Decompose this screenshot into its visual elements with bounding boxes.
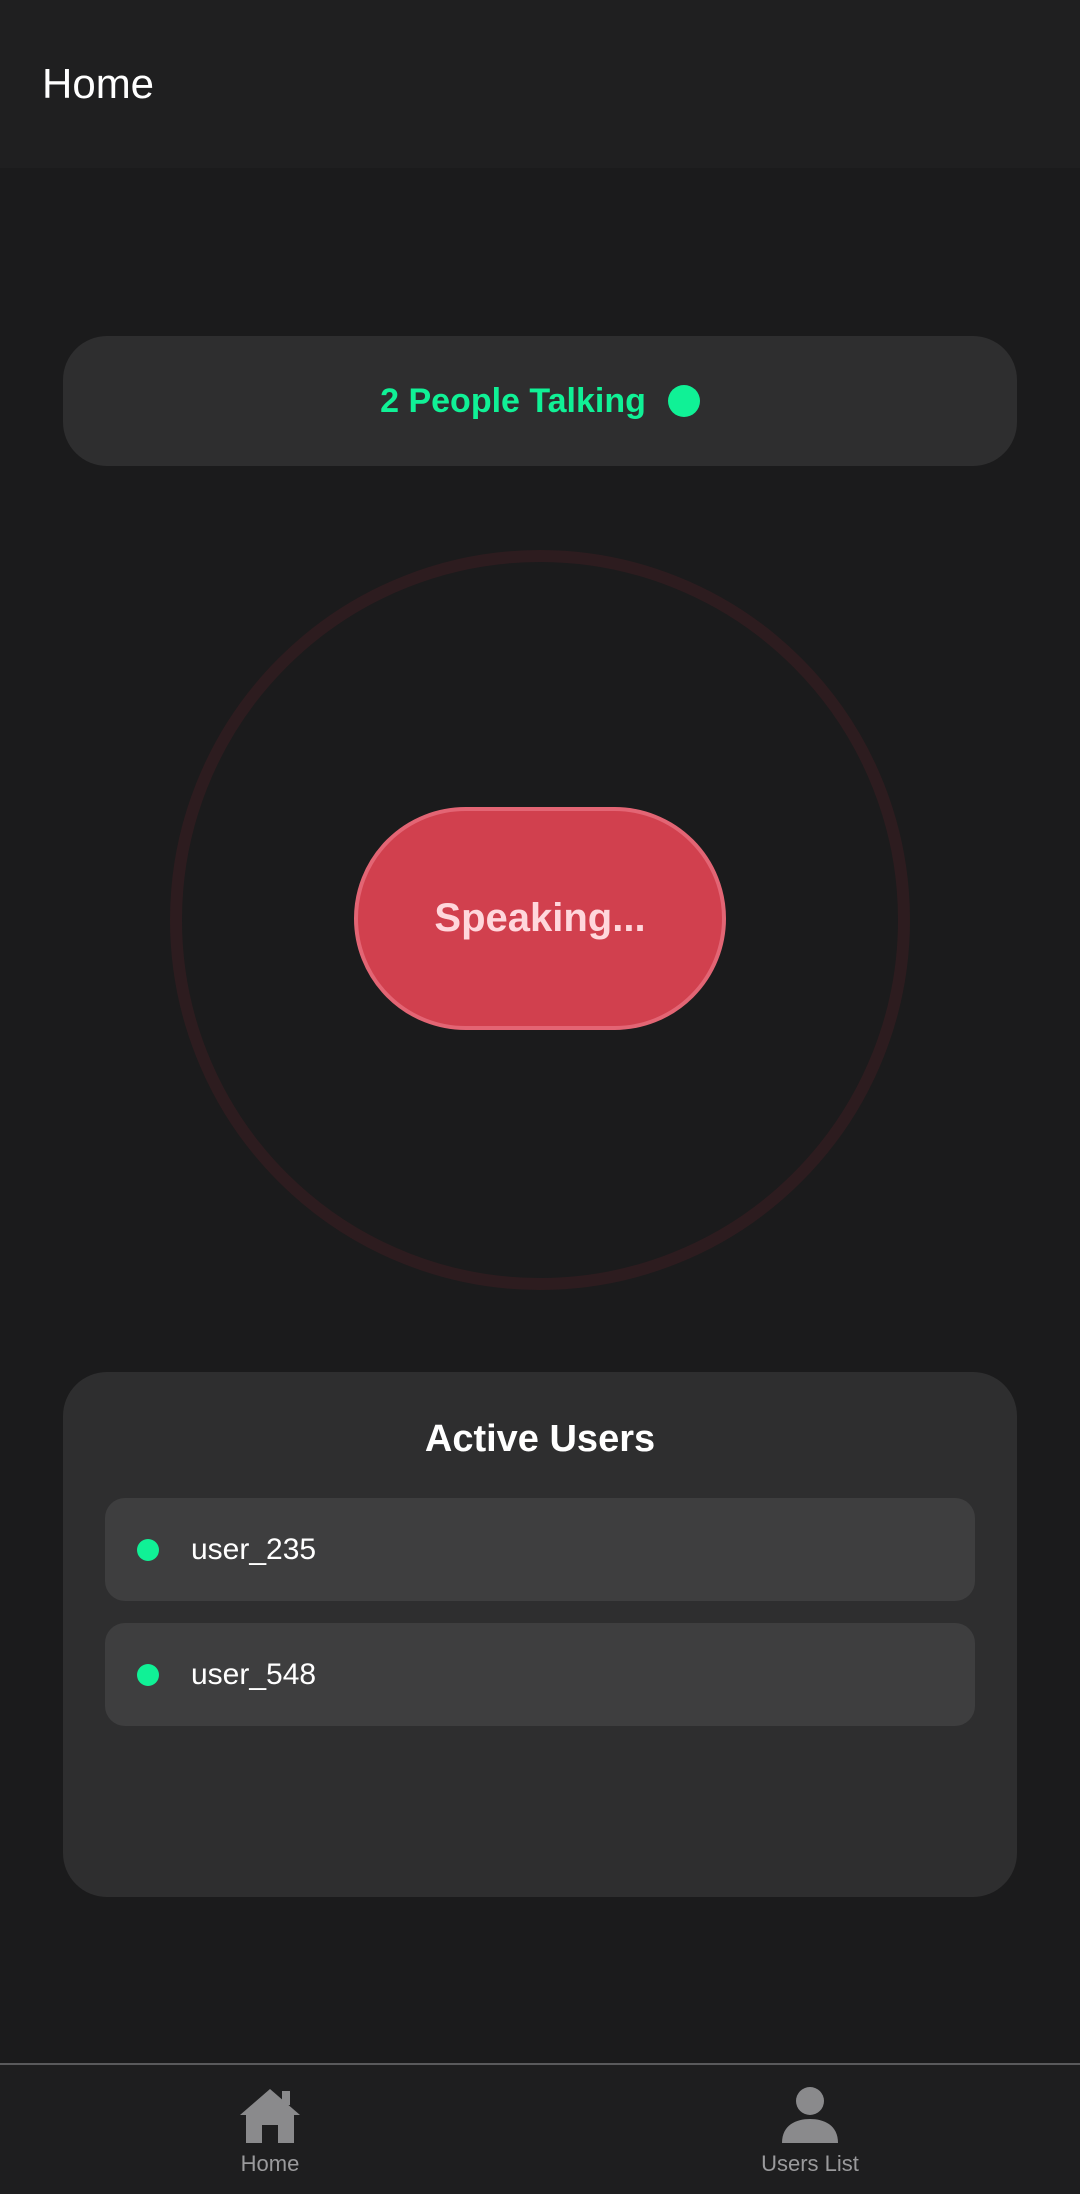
nav-users-list-label: Users List [761, 2151, 859, 2176]
online-status-dot [137, 1663, 159, 1686]
nav-home-label: Home [240, 2151, 300, 2176]
user-list-item[interactable]: user_548 [105, 1623, 975, 1726]
active-users-title: Active Users [424, 1418, 656, 1460]
app-bar: Home [0, 0, 1080, 168]
bottom-navigation: Home Users List [0, 2065, 1080, 2194]
page-title: Home [42, 60, 155, 107]
online-status-dot [137, 1538, 159, 1561]
live-indicator-dot [667, 385, 700, 417]
user-name: user_548 [191, 1657, 317, 1691]
push-to-talk-button[interactable]: Speaking... [354, 807, 726, 1030]
person-icon [782, 2087, 838, 2143]
nav-users-list[interactable]: Users List [540, 2065, 1080, 2194]
talking-count-label: 2 People Talking [380, 381, 646, 420]
user-name: user_235 [191, 1532, 317, 1566]
active-users-card: Active Users user_235 user_548 [63, 1372, 1017, 1897]
push-to-talk-label: Speaking... [434, 896, 646, 940]
user-list-item[interactable]: user_235 [105, 1498, 975, 1601]
talking-status-card: 2 People Talking [63, 336, 1017, 466]
home-icon [240, 2089, 300, 2143]
nav-home[interactable]: Home [0, 2065, 540, 2194]
